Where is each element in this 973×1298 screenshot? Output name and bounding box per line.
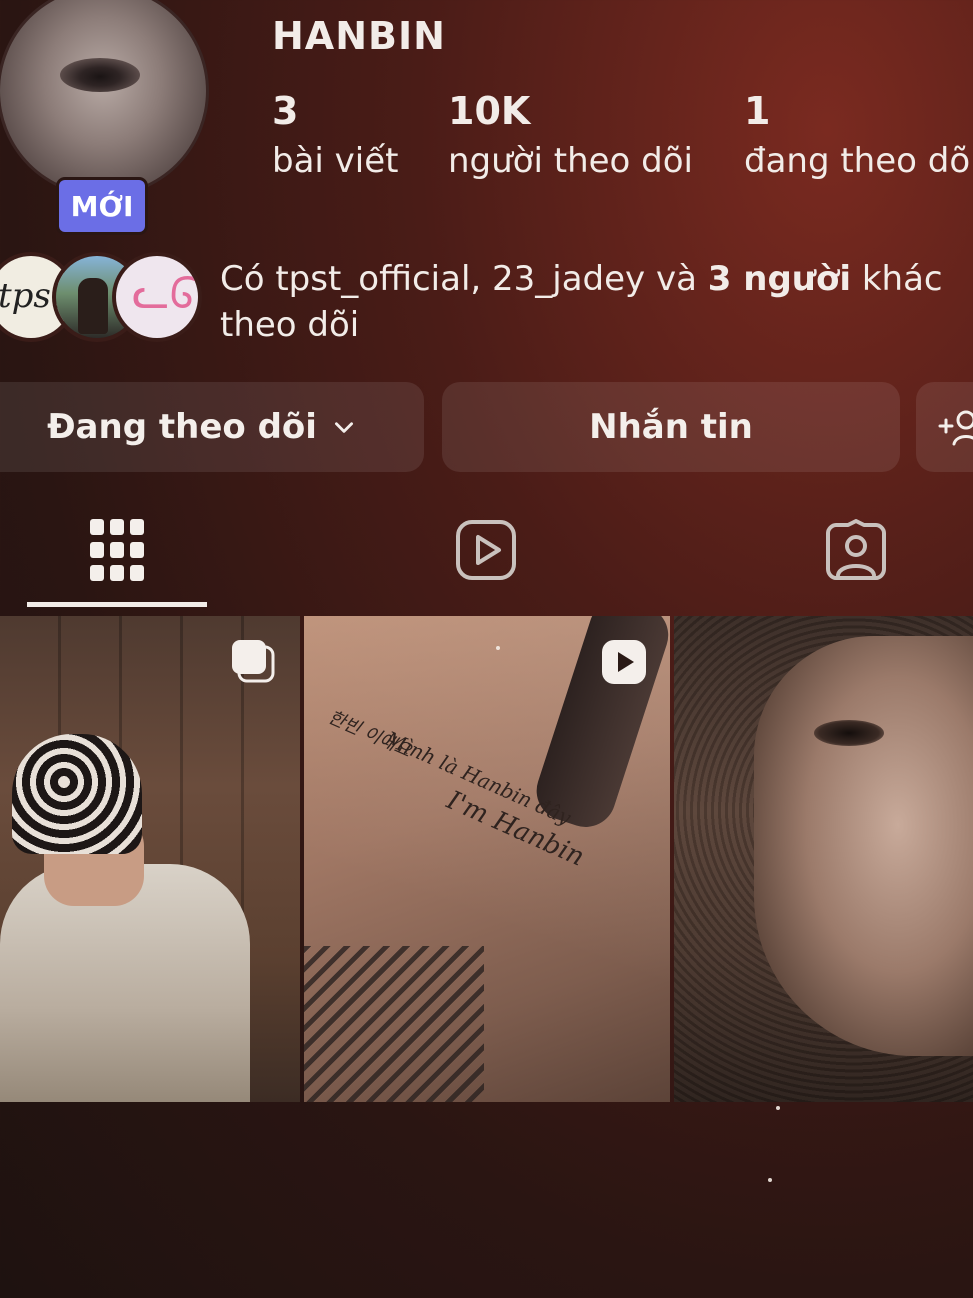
posts-grid: 한빈 이에요 Mình là Hanbin đây I'm Hanbin — [0, 616, 973, 1102]
post-thumbnail[interactable] — [674, 616, 973, 1102]
stat-following-value: 1 — [744, 89, 771, 133]
post-thumbnail[interactable] — [0, 616, 300, 1102]
stat-following-label: đang theo dõi — [744, 141, 973, 181]
stat-followers-value: 10K — [448, 89, 531, 133]
profile-tabs — [0, 490, 973, 610]
following-button[interactable]: Đang theo dõi — [0, 382, 424, 472]
mutual-avatars[interactable]: tpst ᓚᘏᗢ — [0, 256, 200, 342]
grid-icon — [90, 519, 144, 581]
following-button-label: Đang theo dõi — [47, 407, 317, 447]
profile-username: HANBIN — [272, 14, 446, 58]
tab-tagged[interactable] — [766, 490, 946, 610]
stat-posts-label: bài viết — [272, 141, 399, 181]
avatar-eye — [60, 58, 140, 92]
stat-followers[interactable]: 10K người theo dõi — [448, 88, 693, 184]
mutual-avatar: ᓚᘏᗢ — [116, 256, 198, 338]
mutual-avatar-logo-text: tpst — [0, 276, 65, 316]
stat-followers-label: người theo dõi — [448, 141, 693, 181]
profile-avatar[interactable] — [0, 0, 206, 194]
mutual-text-count: 3 người — [707, 259, 852, 299]
tab-grid[interactable] — [27, 490, 207, 610]
active-tab-indicator — [27, 602, 207, 607]
video-icon — [600, 638, 648, 690]
stat-posts[interactable]: 3 bài viết — [272, 88, 399, 184]
chevron-down-icon — [331, 414, 357, 440]
reels-icon — [455, 519, 517, 581]
add-user-button[interactable] — [916, 382, 973, 472]
stat-posts-value: 3 — [272, 89, 299, 133]
tagged-icon — [824, 519, 888, 581]
mutual-text-prefix: Có tpst_official, 23_jadey và — [220, 259, 708, 299]
new-badge: MỚI — [59, 180, 145, 232]
carousel-icon — [230, 638, 278, 690]
stat-following[interactable]: 1 đang theo dõi — [744, 88, 973, 184]
message-button-label: Nhắn tin — [589, 407, 753, 447]
add-user-icon — [936, 404, 973, 450]
post-thumbnail[interactable]: 한빈 이에요 Mình là Hanbin đây I'm Hanbin — [304, 616, 670, 1102]
tab-reels[interactable] — [396, 490, 576, 610]
mutual-followers-text[interactable]: Có tpst_official, 23_jadey và 3 người kh… — [220, 256, 960, 348]
message-button[interactable]: Nhắn tin — [442, 382, 900, 472]
